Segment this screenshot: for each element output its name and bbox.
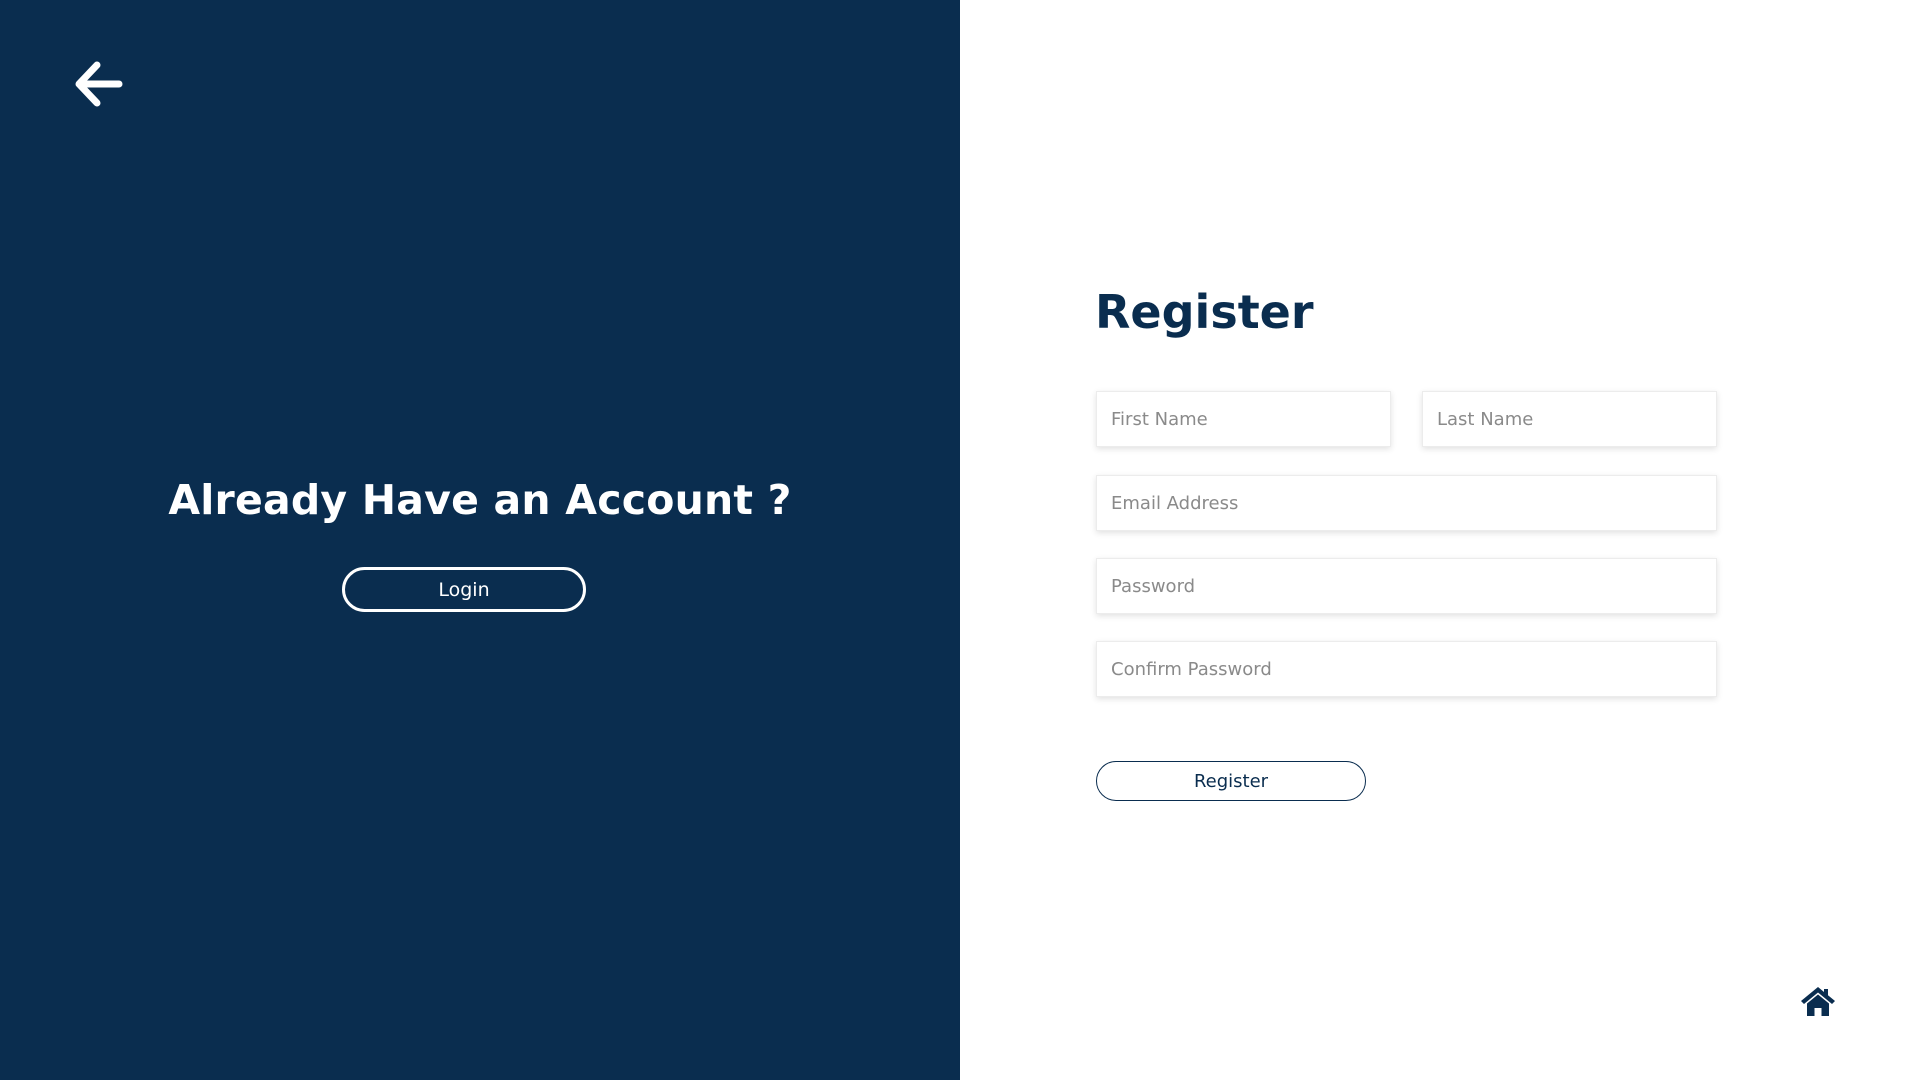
password-field[interactable] [1096,558,1717,614]
email-field[interactable] [1096,475,1717,531]
home-button[interactable] [1798,986,1838,1020]
page-title: Register [1095,285,1314,339]
first-name-field[interactable] [1096,391,1391,447]
back-button[interactable] [70,58,126,114]
home-icon [1800,985,1836,1021]
last-name-field[interactable] [1422,391,1717,447]
register-button[interactable]: Register [1096,761,1366,801]
login-prompt-panel: Already Have an Account ? Login [0,0,960,1080]
already-have-account-heading: Already Have an Account ? [168,476,792,524]
register-form-panel: Register Register [960,0,1920,1080]
login-button[interactable]: Login [342,567,586,612]
arrow-left-icon [73,61,123,111]
confirm-password-field[interactable] [1096,641,1717,697]
register-page: Already Have an Account ? Login Register… [0,0,1920,1080]
